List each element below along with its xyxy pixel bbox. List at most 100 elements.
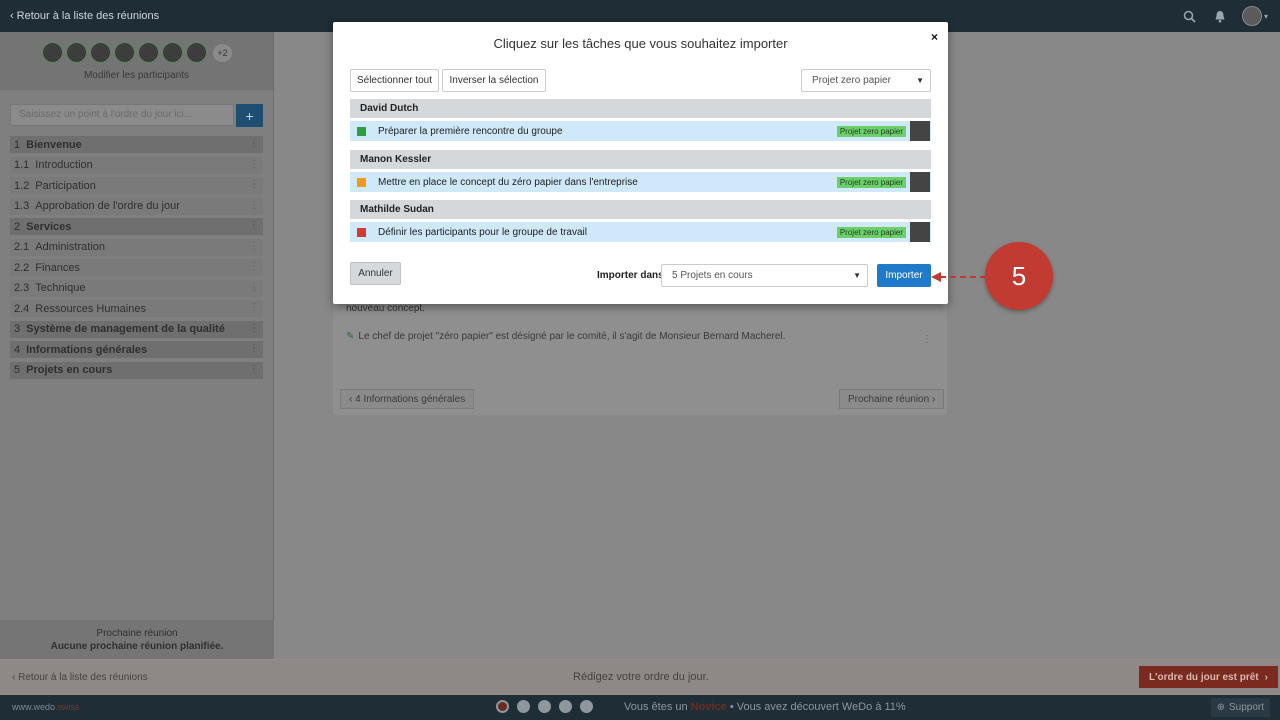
- avatar: [910, 172, 930, 192]
- more-options-icon[interactable]: ⋮: [249, 159, 259, 170]
- more-options-icon[interactable]: ⋮: [249, 200, 259, 211]
- more-options-icon[interactable]: ⋮: [249, 220, 259, 231]
- progress-dot[interactable]: [517, 700, 530, 713]
- agenda-item[interactable]: 2 Services ⋮: [10, 218, 263, 235]
- next-meeting-title: Prochaine réunion: [96, 628, 178, 639]
- progress-dots: [496, 700, 593, 713]
- avatar: [113, 41, 137, 64]
- agenda-item-input[interactable]: Saisissez un point à l'ordre du jour ici…: [10, 104, 234, 126]
- avatar: [137, 41, 161, 64]
- agenda-ready-button[interactable]: L'ordre du jour est prêt ›: [1139, 666, 1278, 688]
- content-text: nouveau concept.: [346, 303, 425, 314]
- decision-note[interactable]: ✎ Le chef de projet "zéro papier" est dé…: [346, 331, 785, 342]
- project-filter-select[interactable]: Projet zero papier ▼: [801, 69, 931, 92]
- previous-item-button[interactable]: ‹ 4 Informations générales: [340, 389, 475, 409]
- next-meeting-button[interactable]: Prochaine réunion ›: [839, 389, 945, 409]
- pin-icon: ✎: [346, 331, 355, 342]
- task-row[interactable]: Définir les participants pour le groupe …: [350, 222, 931, 242]
- project-tag: Projet zero papier: [836, 227, 906, 238]
- import-into-select[interactable]: 5 Projets en cours ▼: [661, 264, 868, 287]
- task-title: Définir les participants pour le groupe …: [378, 226, 587, 238]
- status-message: Rédigez votre ordre du jour.: [573, 671, 709, 683]
- chevron-down-icon[interactable]: ▾: [1264, 12, 1268, 21]
- user-avatar[interactable]: [1241, 6, 1262, 26]
- chevron-left-icon: ‹: [349, 393, 353, 405]
- group-header: Manon Kessler: [350, 150, 931, 169]
- agenda-item[interactable]: 2.1 Administration ⋮: [10, 238, 263, 256]
- agenda-item[interactable]: 1.2 Participation ⋮: [10, 177, 263, 194]
- chevron-right-icon: ›: [931, 393, 936, 405]
- annotation-arrow: [931, 272, 986, 282]
- import-into-label: Importer dans:: [597, 270, 668, 281]
- task-color-square: [357, 177, 366, 187]
- note-text: Le chef de projet "zéro papier" est dési…: [358, 331, 786, 342]
- chevron-left-icon: ‹: [12, 672, 16, 683]
- progress-dot[interactable]: [538, 700, 551, 713]
- sidebar: +2 Modifier les participants Saisissez u…: [0, 32, 274, 659]
- progress-dot[interactable]: [559, 700, 572, 713]
- avatar: [89, 41, 113, 64]
- more-options-icon[interactable]: ⋮: [249, 302, 259, 313]
- agenda-item[interactable]: 1.1 Introduction ⋮: [10, 156, 263, 174]
- more-options-icon[interactable]: ⋮: [249, 241, 259, 252]
- brand-logo: www.wedo.swiss: [12, 702, 80, 712]
- more-options-icon[interactable]: ⋮: [249, 343, 259, 354]
- progress-dot[interactable]: [496, 700, 509, 713]
- task-group: Mathilde Sudan Définir les participants …: [350, 200, 931, 242]
- chevron-right-icon: ›: [1264, 671, 1268, 683]
- group-header: Mathilde Sudan: [350, 200, 931, 219]
- task-row[interactable]: Mettre en place le concept du zéro papie…: [350, 172, 931, 192]
- agenda-item[interactable]: 2.2 Finances ⋮: [10, 259, 263, 276]
- agenda-item[interactable]: 4 Informations générales ⋮: [10, 341, 263, 358]
- task-row[interactable]: Préparer la première rencontre du groupe…: [350, 121, 931, 141]
- close-icon[interactable]: ×: [931, 30, 938, 44]
- select-all-button[interactable]: Sélectionner tout: [350, 69, 439, 92]
- add-agenda-item-button[interactable]: +: [236, 104, 263, 127]
- avatar: [65, 41, 89, 64]
- search-icon[interactable]: [1182, 8, 1198, 24]
- cancel-button[interactable]: Annuler: [350, 262, 401, 285]
- avatar: [185, 41, 209, 64]
- task-title: Préparer la première rencontre du groupe: [378, 125, 563, 137]
- more-options-icon[interactable]: ⋮: [249, 364, 259, 375]
- task-title: Mettre en place le concept du zéro papie…: [378, 176, 638, 188]
- project-tag: Projet zero papier: [836, 177, 906, 188]
- footer: www.wedo.swiss Vous êtes un Novice • Vou…: [0, 695, 1280, 720]
- back-to-meetings-link[interactable]: ‹ Retour à la liste des réunions: [0, 10, 159, 22]
- avatar: [161, 41, 185, 64]
- agenda-item[interactable]: 2.3 Technique ⋮: [10, 279, 263, 297]
- more-options-icon[interactable]: ⋮: [249, 179, 259, 190]
- more-participants-badge: +2: [213, 43, 232, 62]
- lifebuoy-icon: ⊕: [1216, 702, 1225, 713]
- agenda-item[interactable]: 5 Projets en cours ⋮: [10, 361, 263, 379]
- task-group: David Dutch Préparer la première rencont…: [350, 99, 931, 141]
- participant-avatars[interactable]: +2: [41, 41, 232, 64]
- more-options-icon[interactable]: ⋮: [249, 282, 259, 293]
- task-color-square: [357, 227, 366, 237]
- bell-icon[interactable]: [1212, 8, 1228, 24]
- more-options-icon[interactable]: ⋮: [922, 334, 932, 345]
- invert-selection-button[interactable]: Inverser la sélection: [442, 69, 546, 92]
- chevron-left-icon: ‹: [10, 10, 14, 22]
- task-group: Manon Kessler Mettre en place le concept…: [350, 150, 931, 192]
- import-button[interactable]: Importer: [877, 264, 931, 287]
- back-label: Retour à la liste des réunions: [16, 10, 160, 22]
- agenda-item[interactable]: 2.4 Ressources Humaines ⋮: [10, 300, 263, 317]
- more-options-icon[interactable]: ⋮: [249, 323, 259, 334]
- progress-dot[interactable]: [580, 700, 593, 713]
- agenda-item[interactable]: 1 Bienvenue ⋮: [10, 136, 263, 153]
- participants-panel[interactable]: +2 Modifier les participants: [0, 32, 273, 90]
- agenda-item[interactable]: 1.3 Approbation de l'ordre du jour ⋮: [10, 197, 263, 215]
- chevron-down-icon: ▼: [853, 271, 861, 280]
- back-to-meetings-link[interactable]: ‹ Retour à la liste des réunions: [12, 672, 148, 683]
- support-button[interactable]: ⊕ Support: [1210, 698, 1270, 717]
- chevron-down-icon: ▼: [916, 76, 924, 85]
- edit-participants-link[interactable]: Modifier les participants: [84, 70, 189, 81]
- agenda-item[interactable]: 3 Système de management de la qualité ⋮: [10, 320, 263, 338]
- more-options-icon[interactable]: ⋮: [249, 138, 259, 149]
- more-options-icon[interactable]: ⋮: [249, 261, 259, 272]
- agenda-list: 1 Bienvenue ⋮ 1.1 Introduction ⋮ 1.2 Particip…: [10, 136, 263, 382]
- modal-title: Cliquez sur les tâches que vous souhaite…: [493, 36, 788, 51]
- avatar: [910, 222, 930, 242]
- avatar: [910, 121, 930, 141]
